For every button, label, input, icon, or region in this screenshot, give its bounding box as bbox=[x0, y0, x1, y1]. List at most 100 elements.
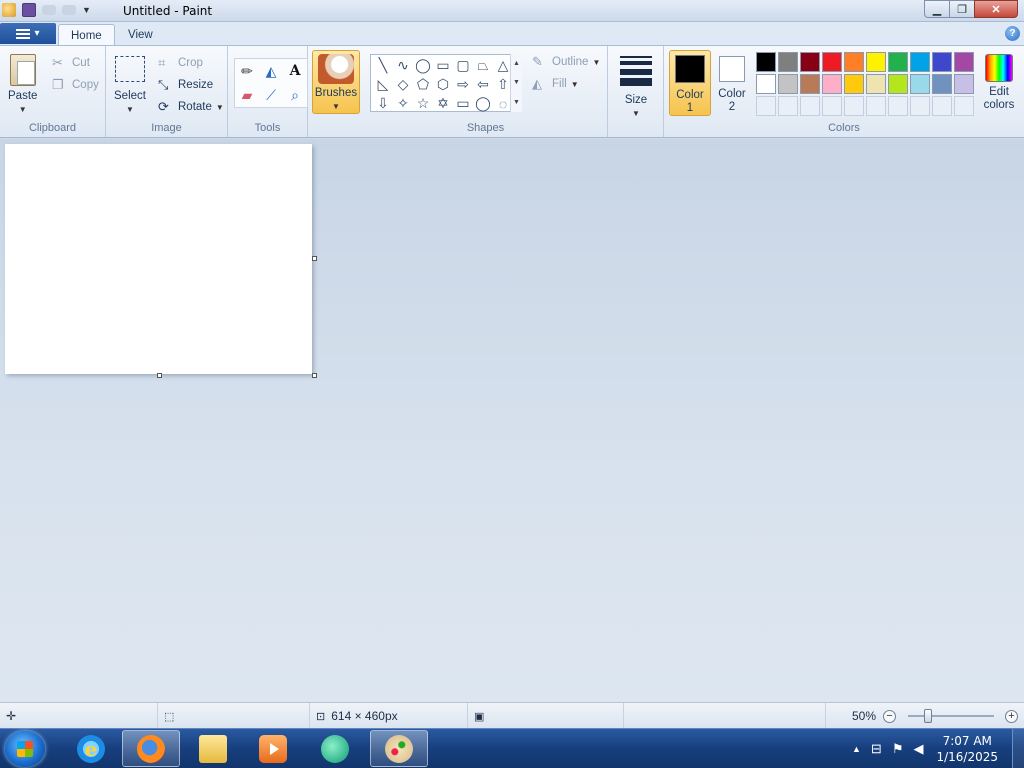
size-button[interactable]: Size ▼ bbox=[620, 54, 652, 120]
save-icon[interactable] bbox=[22, 3, 36, 17]
zoom-slider-thumb[interactable] bbox=[924, 709, 932, 723]
custom-color-slot[interactable] bbox=[822, 96, 842, 116]
palette-swatch[interactable] bbox=[756, 52, 776, 72]
six-point-star-shape-icon[interactable]: ✡ bbox=[433, 94, 453, 113]
taskbar-firefox[interactable] bbox=[122, 730, 180, 767]
show-hidden-icons-icon[interactable]: ▲ bbox=[852, 744, 861, 754]
resize-button[interactable]: ⤡ Resize bbox=[158, 77, 213, 93]
palette-swatch[interactable] bbox=[954, 74, 974, 94]
copy-button[interactable]: ❐ Copy bbox=[52, 77, 99, 93]
customize-toolbar-chevron-icon[interactable]: ▼ bbox=[82, 5, 91, 15]
redo-icon[interactable] bbox=[62, 5, 76, 15]
palette-swatch[interactable] bbox=[888, 74, 908, 94]
color-picker-icon[interactable]: ⟋ bbox=[260, 84, 282, 106]
palette-swatch[interactable] bbox=[910, 52, 930, 72]
eraser-icon[interactable]: ▰ bbox=[236, 84, 258, 106]
custom-color-slot[interactable] bbox=[756, 96, 776, 116]
color1-button[interactable]: Color 1 bbox=[669, 50, 711, 116]
minimize-button[interactable]: ▁ bbox=[924, 0, 950, 18]
clock[interactable]: 7:07 AM 1/16/2025 bbox=[936, 733, 998, 765]
palette-swatch[interactable] bbox=[822, 52, 842, 72]
fill-button[interactable]: ◭ Fill ▼ bbox=[532, 76, 579, 92]
palette-swatch[interactable] bbox=[800, 52, 820, 72]
rounded-callout-shape-icon[interactable]: ▭ bbox=[453, 94, 473, 113]
rounded-rectangle-shape-icon[interactable]: ▢ bbox=[453, 56, 473, 75]
palette-swatch[interactable] bbox=[910, 74, 930, 94]
undo-icon[interactable] bbox=[42, 5, 56, 15]
action-center-flag-icon[interactable]: ⚑ bbox=[892, 741, 904, 757]
zoom-in-button[interactable]: + bbox=[1005, 710, 1018, 723]
taskbar-internet-explorer[interactable]: e bbox=[62, 730, 120, 767]
custom-color-slot[interactable] bbox=[932, 96, 952, 116]
shapes-scrollbar[interactable]: ▲ ▼ ▼ bbox=[510, 54, 522, 112]
line-shape-icon[interactable]: ╲ bbox=[373, 56, 393, 75]
palette-swatch[interactable] bbox=[866, 52, 886, 72]
palette-swatch[interactable] bbox=[778, 74, 798, 94]
palette-swatch[interactable] bbox=[756, 74, 776, 94]
diamond-shape-icon[interactable]: ◇ bbox=[393, 75, 413, 94]
palette-swatch[interactable] bbox=[800, 74, 820, 94]
curve-shape-icon[interactable]: ∿ bbox=[393, 56, 413, 75]
palette-swatch[interactable] bbox=[932, 74, 952, 94]
down-arrow-shape-icon[interactable]: ⇩ bbox=[373, 94, 393, 113]
left-arrow-shape-icon[interactable]: ⇦ bbox=[473, 75, 493, 94]
magnifier-icon[interactable]: ⌕ bbox=[284, 84, 306, 106]
show-desktop-button[interactable] bbox=[1012, 729, 1024, 768]
cut-button[interactable]: ✂ Cut bbox=[52, 55, 90, 71]
four-point-star-shape-icon[interactable]: ✧ bbox=[393, 94, 413, 113]
text-icon[interactable]: A bbox=[284, 60, 306, 82]
tab-view[interactable]: View bbox=[116, 24, 165, 45]
color2-button[interactable]: Color 2 bbox=[713, 50, 751, 116]
edit-colors-button[interactable]: Edit colors bbox=[982, 54, 1016, 112]
canvas-resize-handle-corner[interactable] bbox=[312, 373, 317, 378]
palette-swatch[interactable] bbox=[844, 52, 864, 72]
help-icon[interactable]: ? bbox=[1005, 26, 1020, 41]
expand-gallery-icon[interactable]: ▼ bbox=[513, 99, 520, 106]
palette-swatch[interactable] bbox=[844, 74, 864, 94]
custom-color-slot[interactable] bbox=[910, 96, 930, 116]
right-arrow-shape-icon[interactable]: ⇨ bbox=[453, 75, 473, 94]
oval-callout-shape-icon[interactable]: ◯ bbox=[473, 94, 493, 113]
pencil-icon[interactable]: ✏ bbox=[236, 60, 258, 82]
paint-menu-button[interactable]: ▾ bbox=[0, 23, 56, 44]
select-button[interactable]: Select ▼ bbox=[114, 52, 146, 116]
taskbar-paint[interactable] bbox=[370, 730, 428, 767]
palette-swatch[interactable] bbox=[778, 52, 798, 72]
custom-color-slot[interactable] bbox=[954, 96, 974, 116]
palette-swatch[interactable] bbox=[866, 74, 886, 94]
right-triangle-shape-icon[interactable]: ◺ bbox=[373, 75, 393, 94]
palette-swatch[interactable] bbox=[822, 74, 842, 94]
paint-app-icon[interactable] bbox=[2, 3, 16, 17]
oval-shape-icon[interactable]: ◯ bbox=[413, 56, 433, 75]
close-button[interactable]: ✕ bbox=[974, 0, 1018, 18]
five-point-star-shape-icon[interactable]: ☆ bbox=[413, 94, 433, 113]
taskbar-app[interactable] bbox=[306, 730, 364, 767]
paste-button[interactable]: Paste ▼ bbox=[8, 54, 37, 116]
custom-color-slot[interactable] bbox=[800, 96, 820, 116]
rectangle-shape-icon[interactable]: ▭ bbox=[433, 56, 453, 75]
restore-button[interactable]: ❐ bbox=[949, 0, 975, 18]
hexagon-shape-icon[interactable]: ⬡ bbox=[433, 75, 453, 94]
palette-swatch[interactable] bbox=[888, 52, 908, 72]
scroll-down-icon[interactable]: ▼ bbox=[513, 79, 520, 86]
taskbar-media-player[interactable] bbox=[244, 730, 302, 767]
crop-button[interactable]: ⌗ Crop bbox=[158, 55, 203, 71]
outline-button[interactable]: ✎ Outline ▼ bbox=[532, 54, 600, 70]
zoom-slider-track[interactable] bbox=[908, 715, 994, 717]
palette-swatch[interactable] bbox=[932, 52, 952, 72]
network-icon[interactable]: ⊟ bbox=[871, 741, 882, 757]
start-button[interactable] bbox=[5, 731, 45, 767]
canvas-resize-handle-right[interactable] bbox=[312, 256, 317, 261]
custom-color-slot[interactable] bbox=[844, 96, 864, 116]
taskbar-file-explorer[interactable] bbox=[184, 730, 242, 767]
volume-muted-icon[interactable]: ◀ bbox=[913, 741, 923, 757]
polygon-shape-icon[interactable]: ⏢ bbox=[473, 56, 493, 75]
palette-swatch[interactable] bbox=[954, 52, 974, 72]
canvas-resize-handle-bottom[interactable] bbox=[157, 373, 162, 378]
rotate-button[interactable]: ⟳ Rotate ▼ bbox=[158, 99, 224, 115]
custom-color-slot[interactable] bbox=[778, 96, 798, 116]
custom-color-slot[interactable] bbox=[888, 96, 908, 116]
drawing-canvas[interactable] bbox=[5, 144, 312, 374]
fill-bucket-icon[interactable]: ◭ bbox=[260, 60, 282, 82]
pentagon-shape-icon[interactable]: ⬠ bbox=[413, 75, 433, 94]
